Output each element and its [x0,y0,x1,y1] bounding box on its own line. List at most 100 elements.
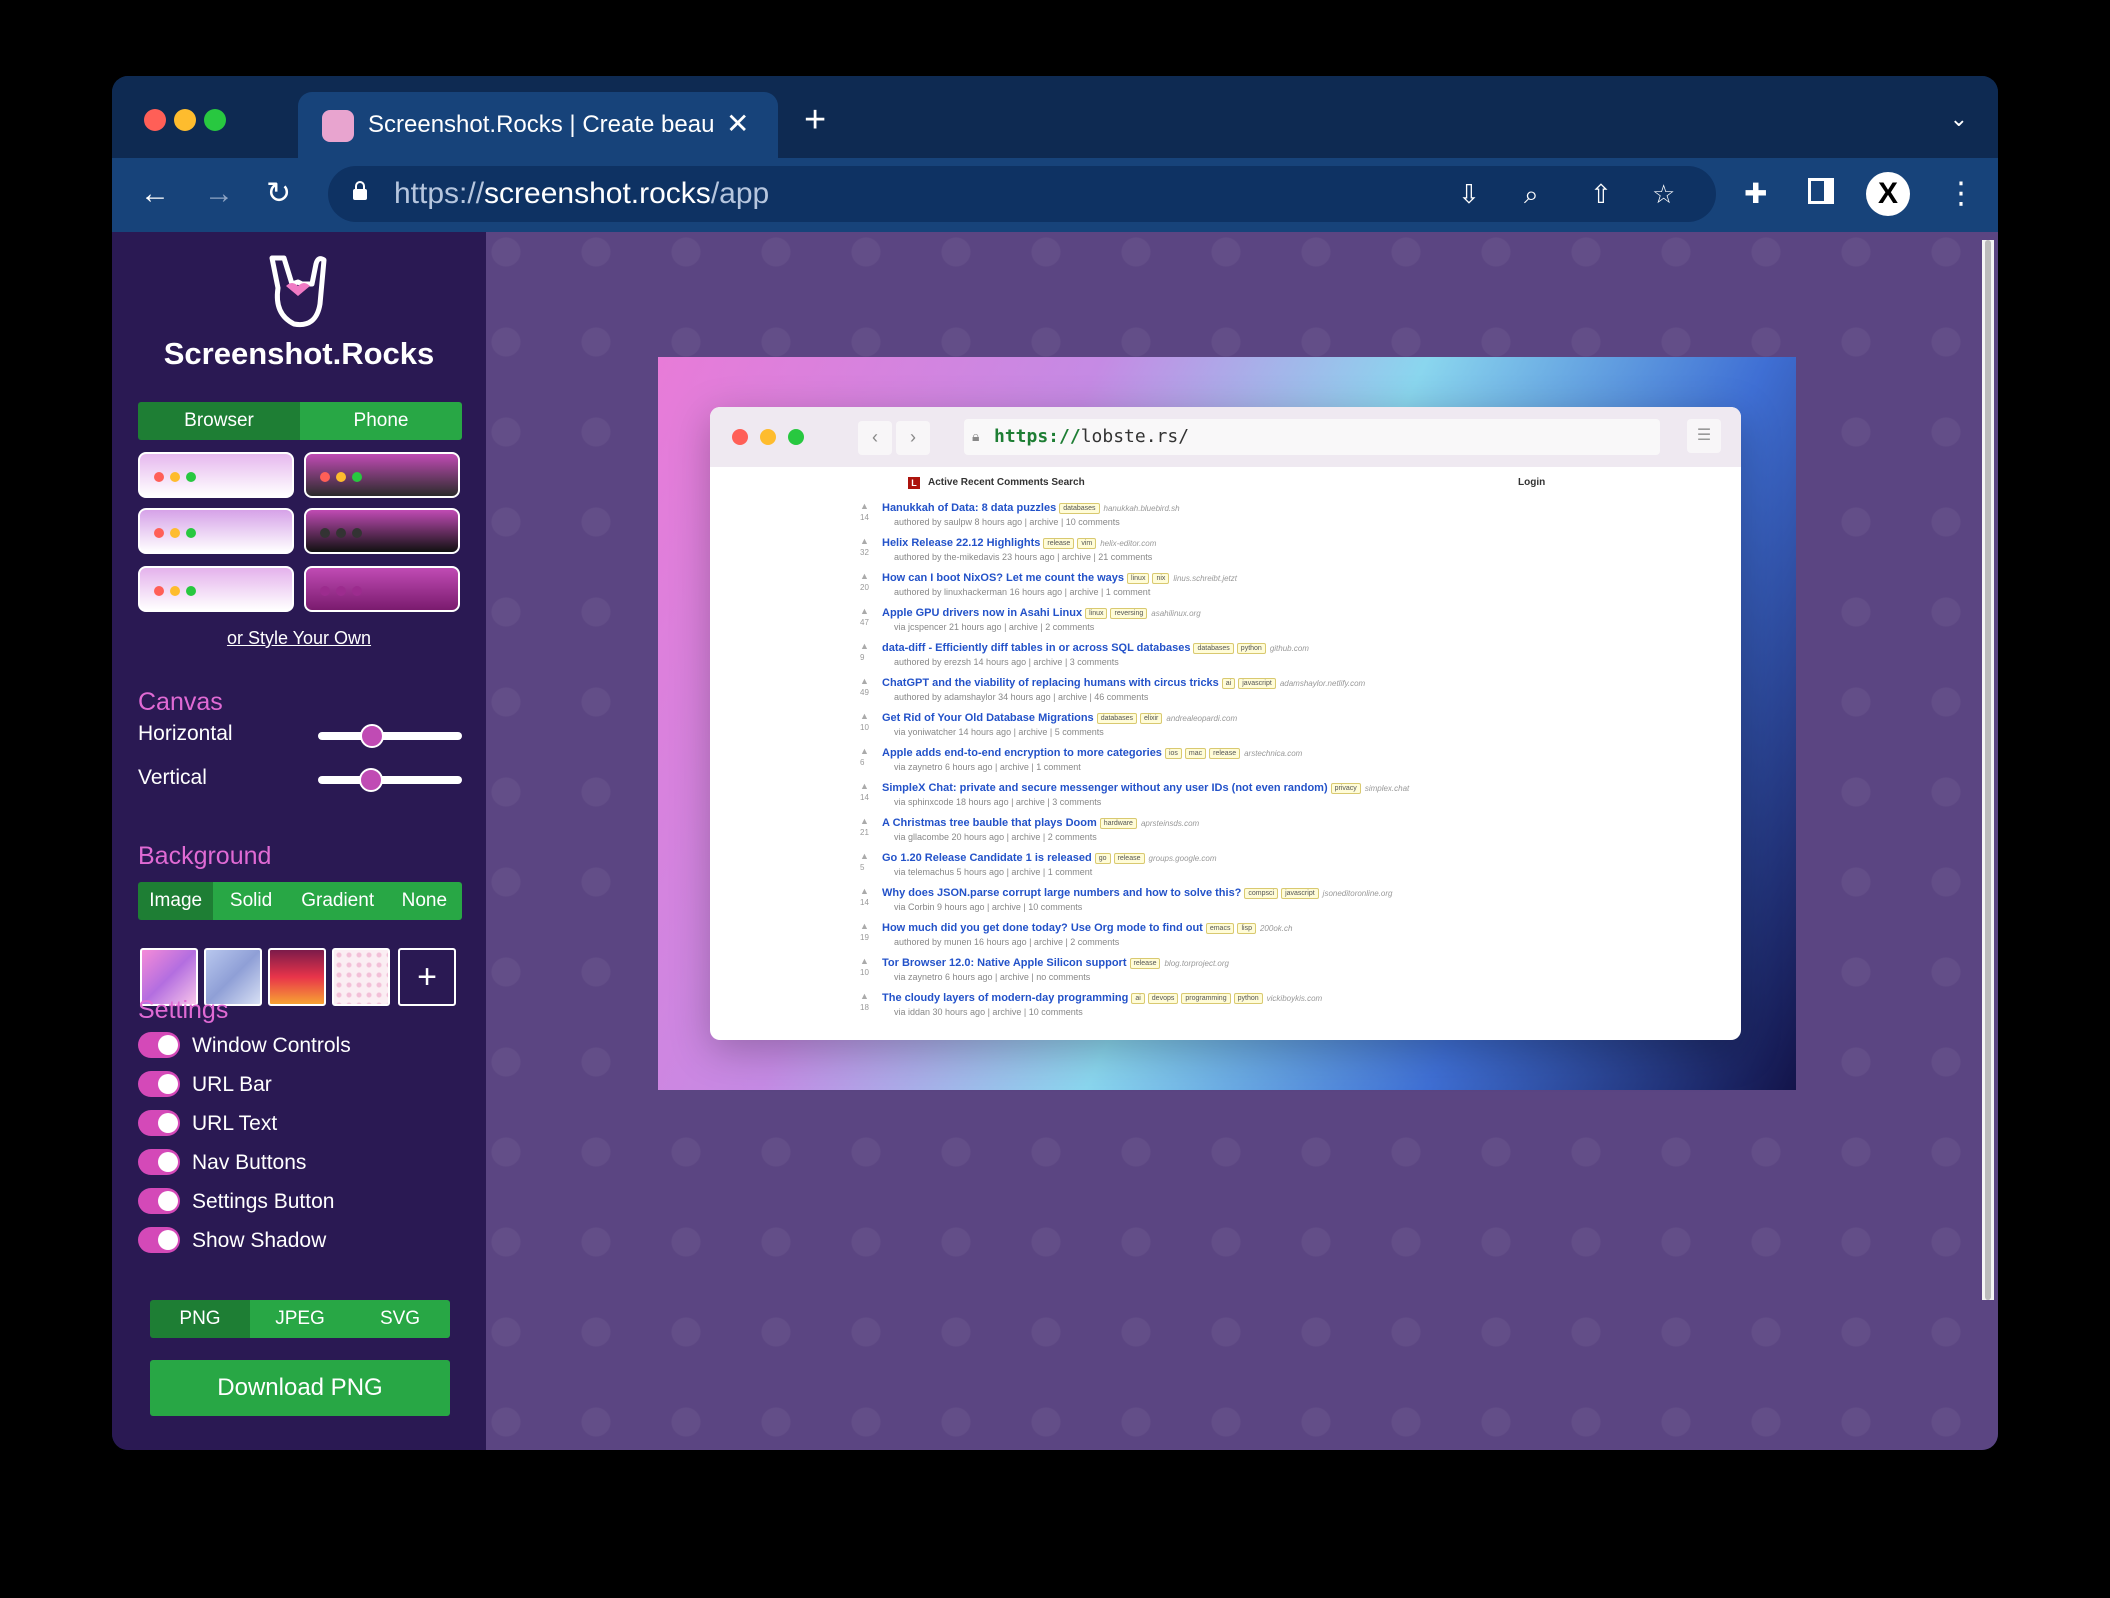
rock-hand-logo-icon [269,255,327,328]
side-panel-icon[interactable] [1808,178,1834,204]
background-swatch-pattern[interactable] [332,948,390,1006]
story-title: A Christmas tree bauble that plays Doom [882,817,1097,829]
story-domain: 200ok.ch [1259,924,1293,933]
toggle-window-controls[interactable] [138,1032,180,1058]
forward-icon[interactable]: → [204,174,234,214]
mock-forward-icon: › [896,421,930,455]
story-domain: jsoneditoronline.org [1322,889,1393,898]
upvote-icon: ▲ [860,746,869,756]
lobsters-logo-icon: L [908,477,920,489]
tab-gradient[interactable]: Gradient [288,882,387,920]
vertical-slider-thumb[interactable] [358,768,383,792]
canvas-heading: Canvas [138,688,223,716]
toggle-nav-buttons[interactable] [138,1149,180,1175]
tab-solid[interactable]: Solid [213,882,289,920]
url-host: screenshot.rocks [484,177,711,210]
story-meta: via gllacombe 20 hours ago | archive | 2… [894,832,1097,842]
address-bar[interactable]: https://screenshot.rocks/app ⇩ ⌕ ⇧ ☆ [328,166,1716,222]
extensions-icon[interactable]: ✚ [1744,174,1767,214]
reload-icon[interactable]: ↻ [266,174,291,214]
kebab-menu-icon[interactable]: ⋮ [1946,174,1976,214]
tab-image[interactable]: Image [138,882,214,920]
tab-search-chevron-icon[interactable]: ⌄ [1950,106,1968,132]
story-tag: release [1129,957,1161,969]
tab-bar: Screenshot.Rocks | Create beau ✕ + ⌄ [112,76,1998,158]
zoom-window-button[interactable] [204,109,226,131]
style-preset-dark[interactable] [304,452,460,498]
toggle-url-bar[interactable] [138,1071,180,1097]
toggle-url-text[interactable] [138,1110,180,1136]
story-meta: authored by the-mikedavis 23 hours ago |… [894,552,1153,562]
story-item: ▲ 10 Get Rid of Your Old Database Migratio… [860,711,1582,738]
new-tab-icon[interactable]: + [804,101,826,139]
tab-jpeg[interactable]: JPEG [250,1300,350,1338]
style-preset-light-alt[interactable] [138,508,294,554]
active-tab[interactable]: Screenshot.Rocks | Create beau ✕ [298,92,778,158]
story-tag: databases [1193,642,1234,654]
story-title: data-diff - Efficiently diff tables in o… [882,642,1191,654]
story-tag: vim [1077,537,1097,549]
tab-none[interactable]: None [386,882,462,920]
toggle-show-shadow[interactable] [138,1227,180,1253]
story-meta: via jcspencer 21 hours ago | archive | 2… [894,622,1095,632]
tab-svg[interactable]: SVG [350,1300,450,1338]
mock-zoom-dot [788,429,804,445]
story-title: SimpleX Chat: private and secure messeng… [882,782,1328,794]
upvote-icon: ▲ [860,816,869,826]
background-swatch-sunset[interactable] [268,948,326,1006]
profile-avatar[interactable]: X [1866,172,1910,216]
install-app-icon[interactable]: ⇩ [1458,174,1480,214]
story-score: 32 [860,548,869,557]
story-tag: nix [1152,572,1170,584]
style-preset-minimal[interactable] [138,566,294,612]
story-tag: databases [1059,502,1100,514]
settings-heading: Settings [138,996,229,1024]
scrollbar[interactable] [1982,240,1994,1300]
vertical-slider[interactable] [318,768,462,792]
background-type-tabs: Image Solid Gradient None [138,882,462,920]
story-meta: authored by munen 16 hours ago | archive… [894,937,1120,947]
story-domain: adamshaylor.netlify.com [1279,679,1366,688]
style-preset-purple[interactable] [304,566,460,612]
story-tag: emacs [1205,922,1235,934]
horizontal-slider-thumb[interactable] [360,724,384,748]
tab-browser[interactable]: Browser [138,402,300,440]
story-meta: via iddan 30 hours ago | archive | 10 co… [894,1007,1083,1017]
preview-area: ‹ › 🔒︎ https://lobste.rs/ ☰ L Active Rece… [486,232,1998,1450]
show-shadow-label: Show Shadow [192,1229,327,1252]
upvote-icon: ▲ [860,921,869,931]
style-preset-light[interactable] [138,452,294,498]
style-your-own-link[interactable]: or Style Your Own [112,628,486,649]
share-icon[interactable]: ⇧ [1590,174,1612,214]
tab-phone[interactable]: Phone [300,402,462,440]
toggle-settings-button[interactable] [138,1188,180,1214]
zoom-icon[interactable]: ⌕ [1524,174,1539,214]
horizontal-label: Horizontal [138,722,233,745]
story-tag: databases [1096,712,1137,724]
story-tag: go [1094,852,1111,864]
horizontal-slider[interactable] [318,724,462,748]
style-preset-black[interactable] [304,508,460,554]
story-meta: via zaynetro 6 hours ago | archive | 1 c… [894,762,1081,772]
story-meta: authored by erezsh 14 hours ago | archiv… [894,657,1119,667]
story-score: 6 [860,758,865,767]
rock-hand-favicon-icon [322,110,354,142]
scrollbar-thumb[interactable] [1985,240,1991,1300]
story-score: 10 [860,723,869,732]
download-button[interactable]: Download PNG [150,1360,450,1416]
story-meta: via yoniwatcher 14 hours ago | archive |… [894,727,1104,737]
tab-png[interactable]: PNG [150,1300,250,1338]
close-tab-icon[interactable]: ✕ [726,106,749,142]
story-title: The cloudy layers of modern-day programm… [882,992,1129,1004]
lobsters-nav: Active Recent Comments Search [928,477,1085,488]
back-icon[interactable]: ← [140,174,170,214]
story-item: ▲ 6 Apple adds end-to-end encryption to mo… [860,746,1582,773]
minimize-window-button[interactable] [174,109,196,131]
mock-lock-icon: 🔒︎ [972,429,980,445]
close-window-button[interactable] [144,109,166,131]
story-domain: github.com [1269,644,1309,653]
bookmark-star-icon[interactable]: ☆ [1652,174,1675,214]
toolbar: ← → ↻ https://screenshot.rocks/app ⇩ ⌕ ⇧… [112,158,1998,232]
upvote-icon: ▲ [860,991,869,1001]
add-background-icon[interactable]: + [398,948,456,1006]
